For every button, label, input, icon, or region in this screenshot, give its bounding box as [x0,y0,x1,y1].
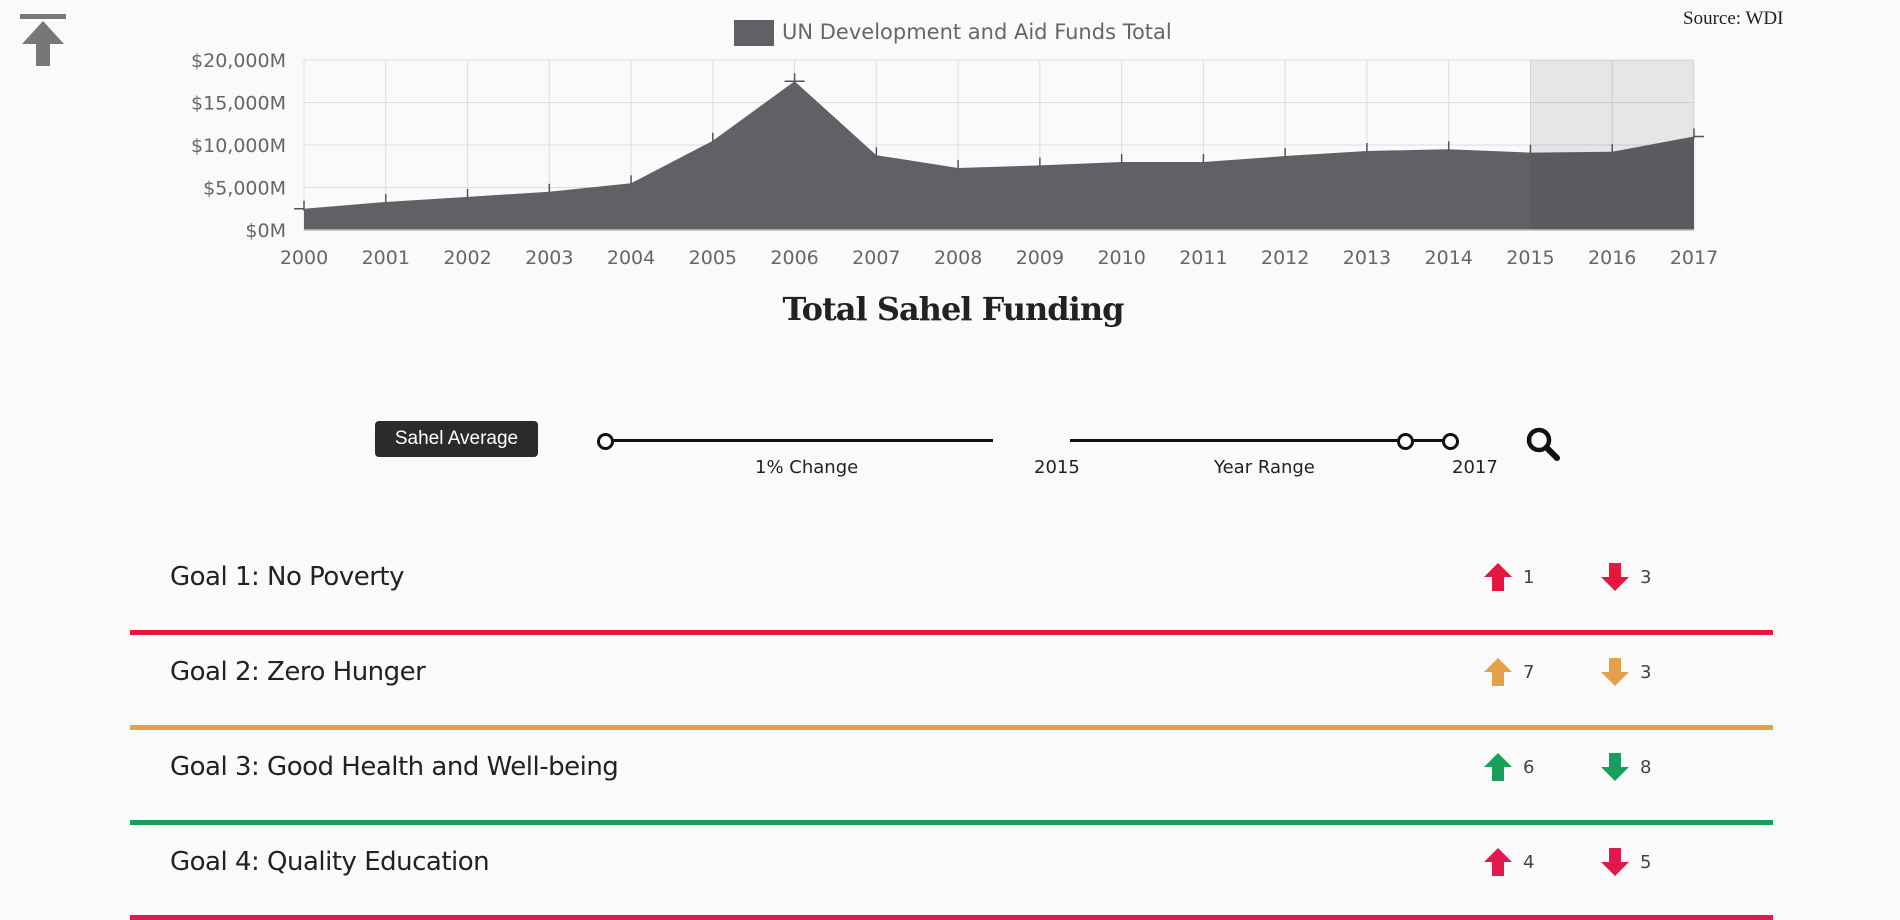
arrow-down-icon [1601,658,1629,686]
goal-title: Goal 2: Zero Hunger [170,657,426,687]
goal-decrease-count: 3 [1640,661,1652,683]
goal-increase-count: 1 [1523,566,1535,588]
goal-increase-count: 4 [1523,851,1535,873]
funding-area-chart: UN Development and Aid Funds Total $0M $5,… [191,20,1718,269]
goal-row[interactable]: Goal 2: Zero Hunger 7 3 [130,635,1773,730]
x-tick-label: 2005 [689,247,737,269]
goal-list: Goal 1: No Poverty 1 3 Goal 2: Zero Hung… [130,540,1773,920]
x-tick-label: 2001 [362,247,410,269]
goal-title: Goal 1: No Poverty [170,562,404,592]
arrow-up-icon [1484,848,1512,876]
arrow-down-icon [1601,563,1629,591]
goal-row[interactable]: Goal 1: No Poverty 1 3 [130,540,1773,635]
y-tick-label: $10,000M [191,135,286,157]
year-range-label: Year Range [1214,457,1315,478]
arrow-down-icon [1601,848,1629,876]
year-end-handle[interactable] [1442,433,1459,450]
goal-title: Goal 4: Quality Education [170,847,490,877]
year-start-label: 2015 [1034,457,1080,478]
change-slider-track[interactable] [606,439,993,442]
x-tick-label: 2003 [525,247,573,269]
area-series [304,81,1694,230]
x-tick-label: 2000 [280,247,328,269]
y-tick-label: $15,000M [191,93,286,115]
goal-increase-stat: 7 [1483,657,1534,687]
x-tick-label: 2016 [1588,247,1636,269]
y-tick-label: $5,000M [203,178,286,200]
x-tick-label: 2010 [1097,247,1145,269]
goal-decrease-count: 3 [1640,566,1652,588]
goal-row[interactable]: Goal 3: Good Health and Well-being 6 8 [130,730,1773,825]
arrow-up-icon [1484,563,1512,591]
goal-decrease-stat: 8 [1600,752,1651,782]
year-end-label: 2017 [1452,457,1498,478]
goal-increase-stat: 6 [1483,752,1534,782]
goal-decrease-stat: 3 [1600,657,1651,687]
x-tick-label: 2009 [1016,247,1064,269]
x-tick-label: 2015 [1506,247,1554,269]
goal-increase-count: 6 [1523,756,1535,778]
arrow-down-icon [1601,753,1629,781]
x-tick-label: 2017 [1670,247,1718,269]
goal-row[interactable]: Goal 4: Quality Education 4 5 [130,825,1773,920]
x-tick-label: 2004 [607,247,655,269]
x-tick-label: 2008 [934,247,982,269]
goal-increase-count: 7 [1523,661,1535,683]
x-tick-label: 2002 [443,247,491,269]
goal-decrease-count: 8 [1640,756,1652,778]
x-tick-label: 2012 [1261,247,1309,269]
legend-label: UN Development and Aid Funds Total [782,20,1172,44]
goal-increase-stat: 4 [1483,847,1534,877]
goal-increase-stat: 1 [1483,562,1534,592]
change-slider-handle[interactable] [597,433,614,450]
goal-decrease-stat: 3 [1600,562,1651,592]
legend-swatch [734,20,774,46]
x-tick-label: 2006 [770,247,818,269]
goal-decrease-count: 5 [1640,851,1652,873]
change-label: 1% Change [755,457,859,478]
sahel-average-button[interactable]: Sahel Average [375,421,538,457]
x-tick-label: 2013 [1343,247,1391,269]
goal-title: Goal 3: Good Health and Well-being [170,752,619,782]
y-tick-label: $0M [245,220,286,242]
x-tick-label: 2007 [852,247,900,269]
arrow-up-icon [1484,753,1512,781]
goal-decrease-stat: 5 [1600,847,1651,877]
x-tick-label: 2014 [1425,247,1473,269]
year-start-handle[interactable] [1397,433,1414,450]
x-tick-label: 2011 [1179,247,1227,269]
arrow-up-icon [1484,658,1512,686]
chart-title: Total Sahel Funding [782,290,1125,328]
search-icon[interactable] [1525,426,1561,462]
year-range-track[interactable] [1070,439,1449,442]
y-tick-label: $20,000M [191,50,286,72]
